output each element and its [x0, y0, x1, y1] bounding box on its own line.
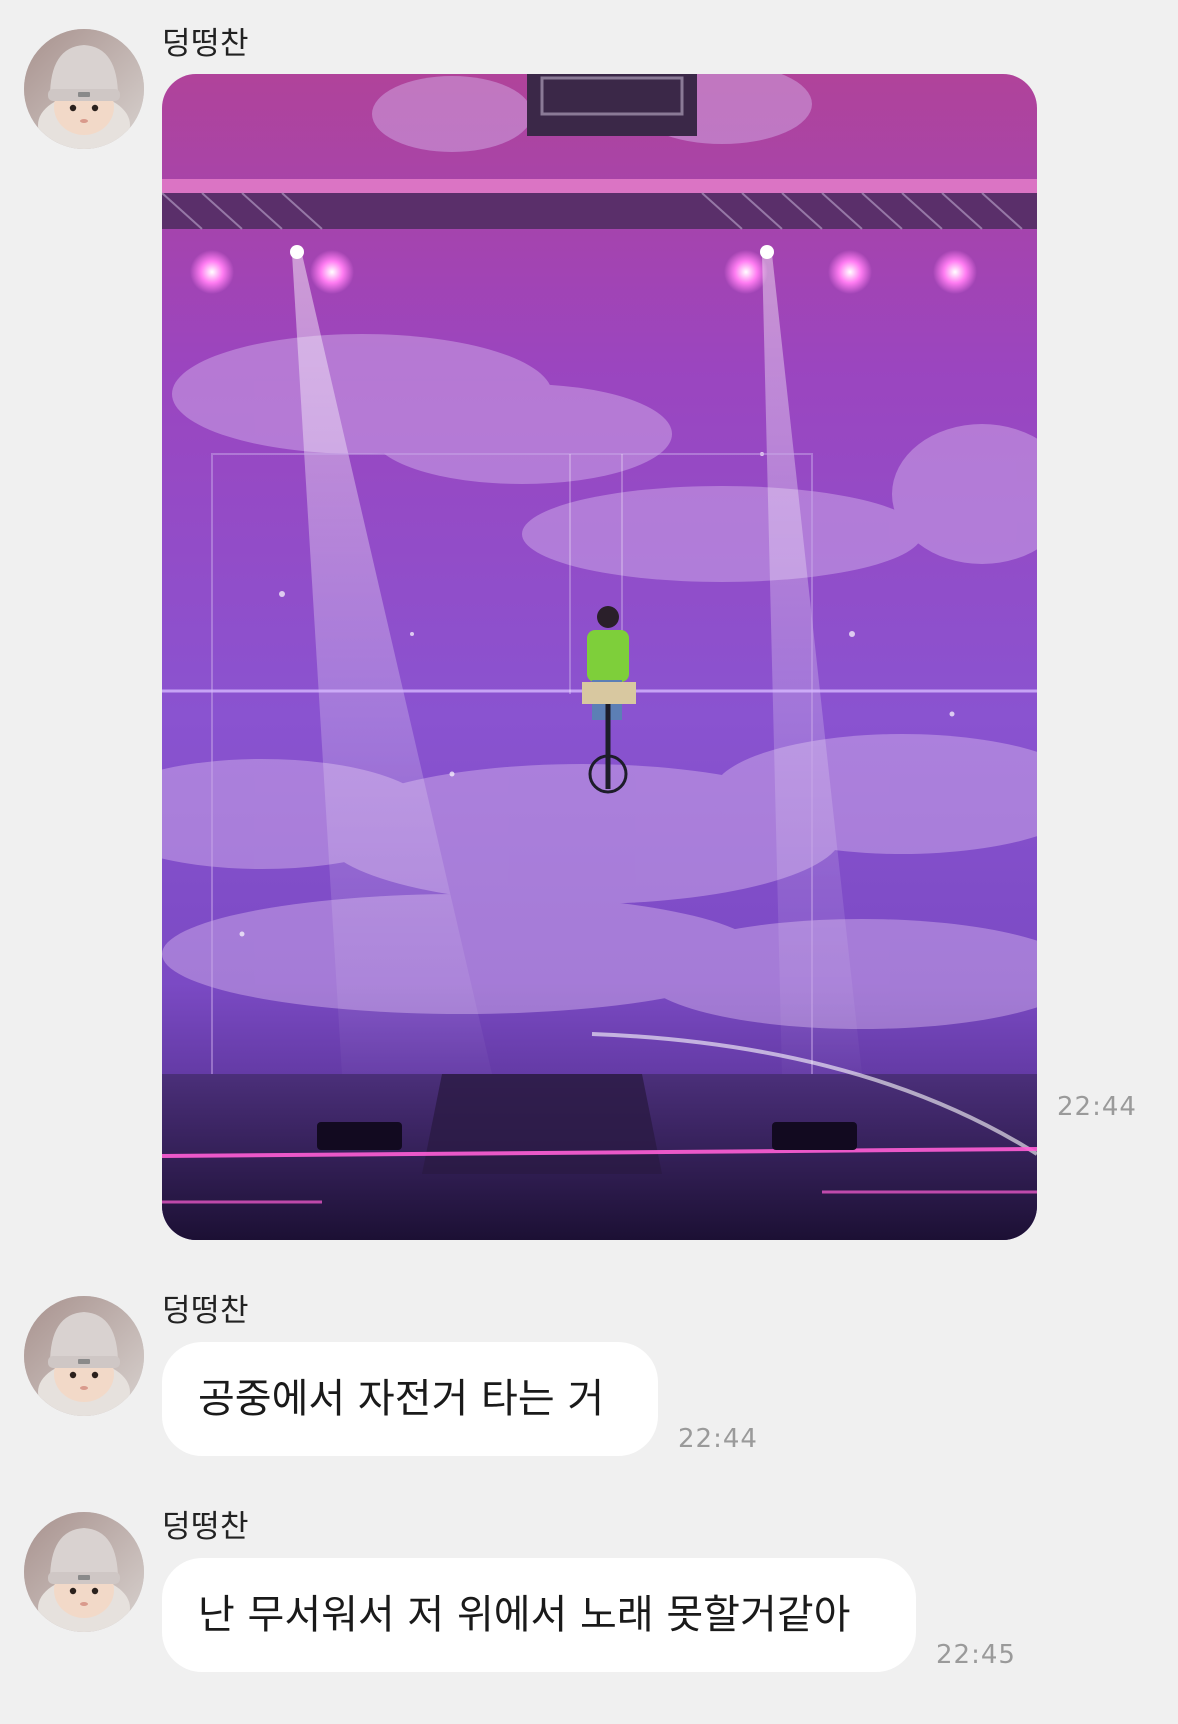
- avatar-image: [24, 1512, 144, 1632]
- message-group-text: 덩떵찬 난 무서워서 저 위에서 노래 못할거같아 22:45: [0, 1484, 1178, 1704]
- message-bubble[interactable]: 공중에서 자전거 타는 거: [162, 1342, 658, 1456]
- message-time: 22:44: [678, 1424, 758, 1454]
- sender-name: 덩떵찬: [162, 1293, 250, 1329]
- message-group-photo: 덩떵찬 22:44: [0, 0, 1178, 1250]
- message-time: 22:45: [936, 1640, 1016, 1670]
- avatar[interactable]: [24, 1512, 144, 1632]
- avatar[interactable]: [24, 29, 144, 149]
- message-bubble[interactable]: 난 무서워서 저 위에서 노래 못할거같아: [162, 1558, 916, 1672]
- sender-name: 덩떵찬: [162, 26, 250, 62]
- avatar-image: [24, 1296, 144, 1416]
- sender-name: 덩떵찬: [162, 1509, 250, 1545]
- message-photo[interactable]: [162, 74, 1037, 1240]
- avatar[interactable]: [24, 1296, 144, 1416]
- avatar-image: [24, 29, 144, 149]
- message-group-text: 덩떵찬 공중에서 자전거 타는 거 22:44: [0, 1268, 1178, 1468]
- concert-stage-image: [162, 74, 1037, 1240]
- message-time: 22:44: [1057, 1092, 1137, 1122]
